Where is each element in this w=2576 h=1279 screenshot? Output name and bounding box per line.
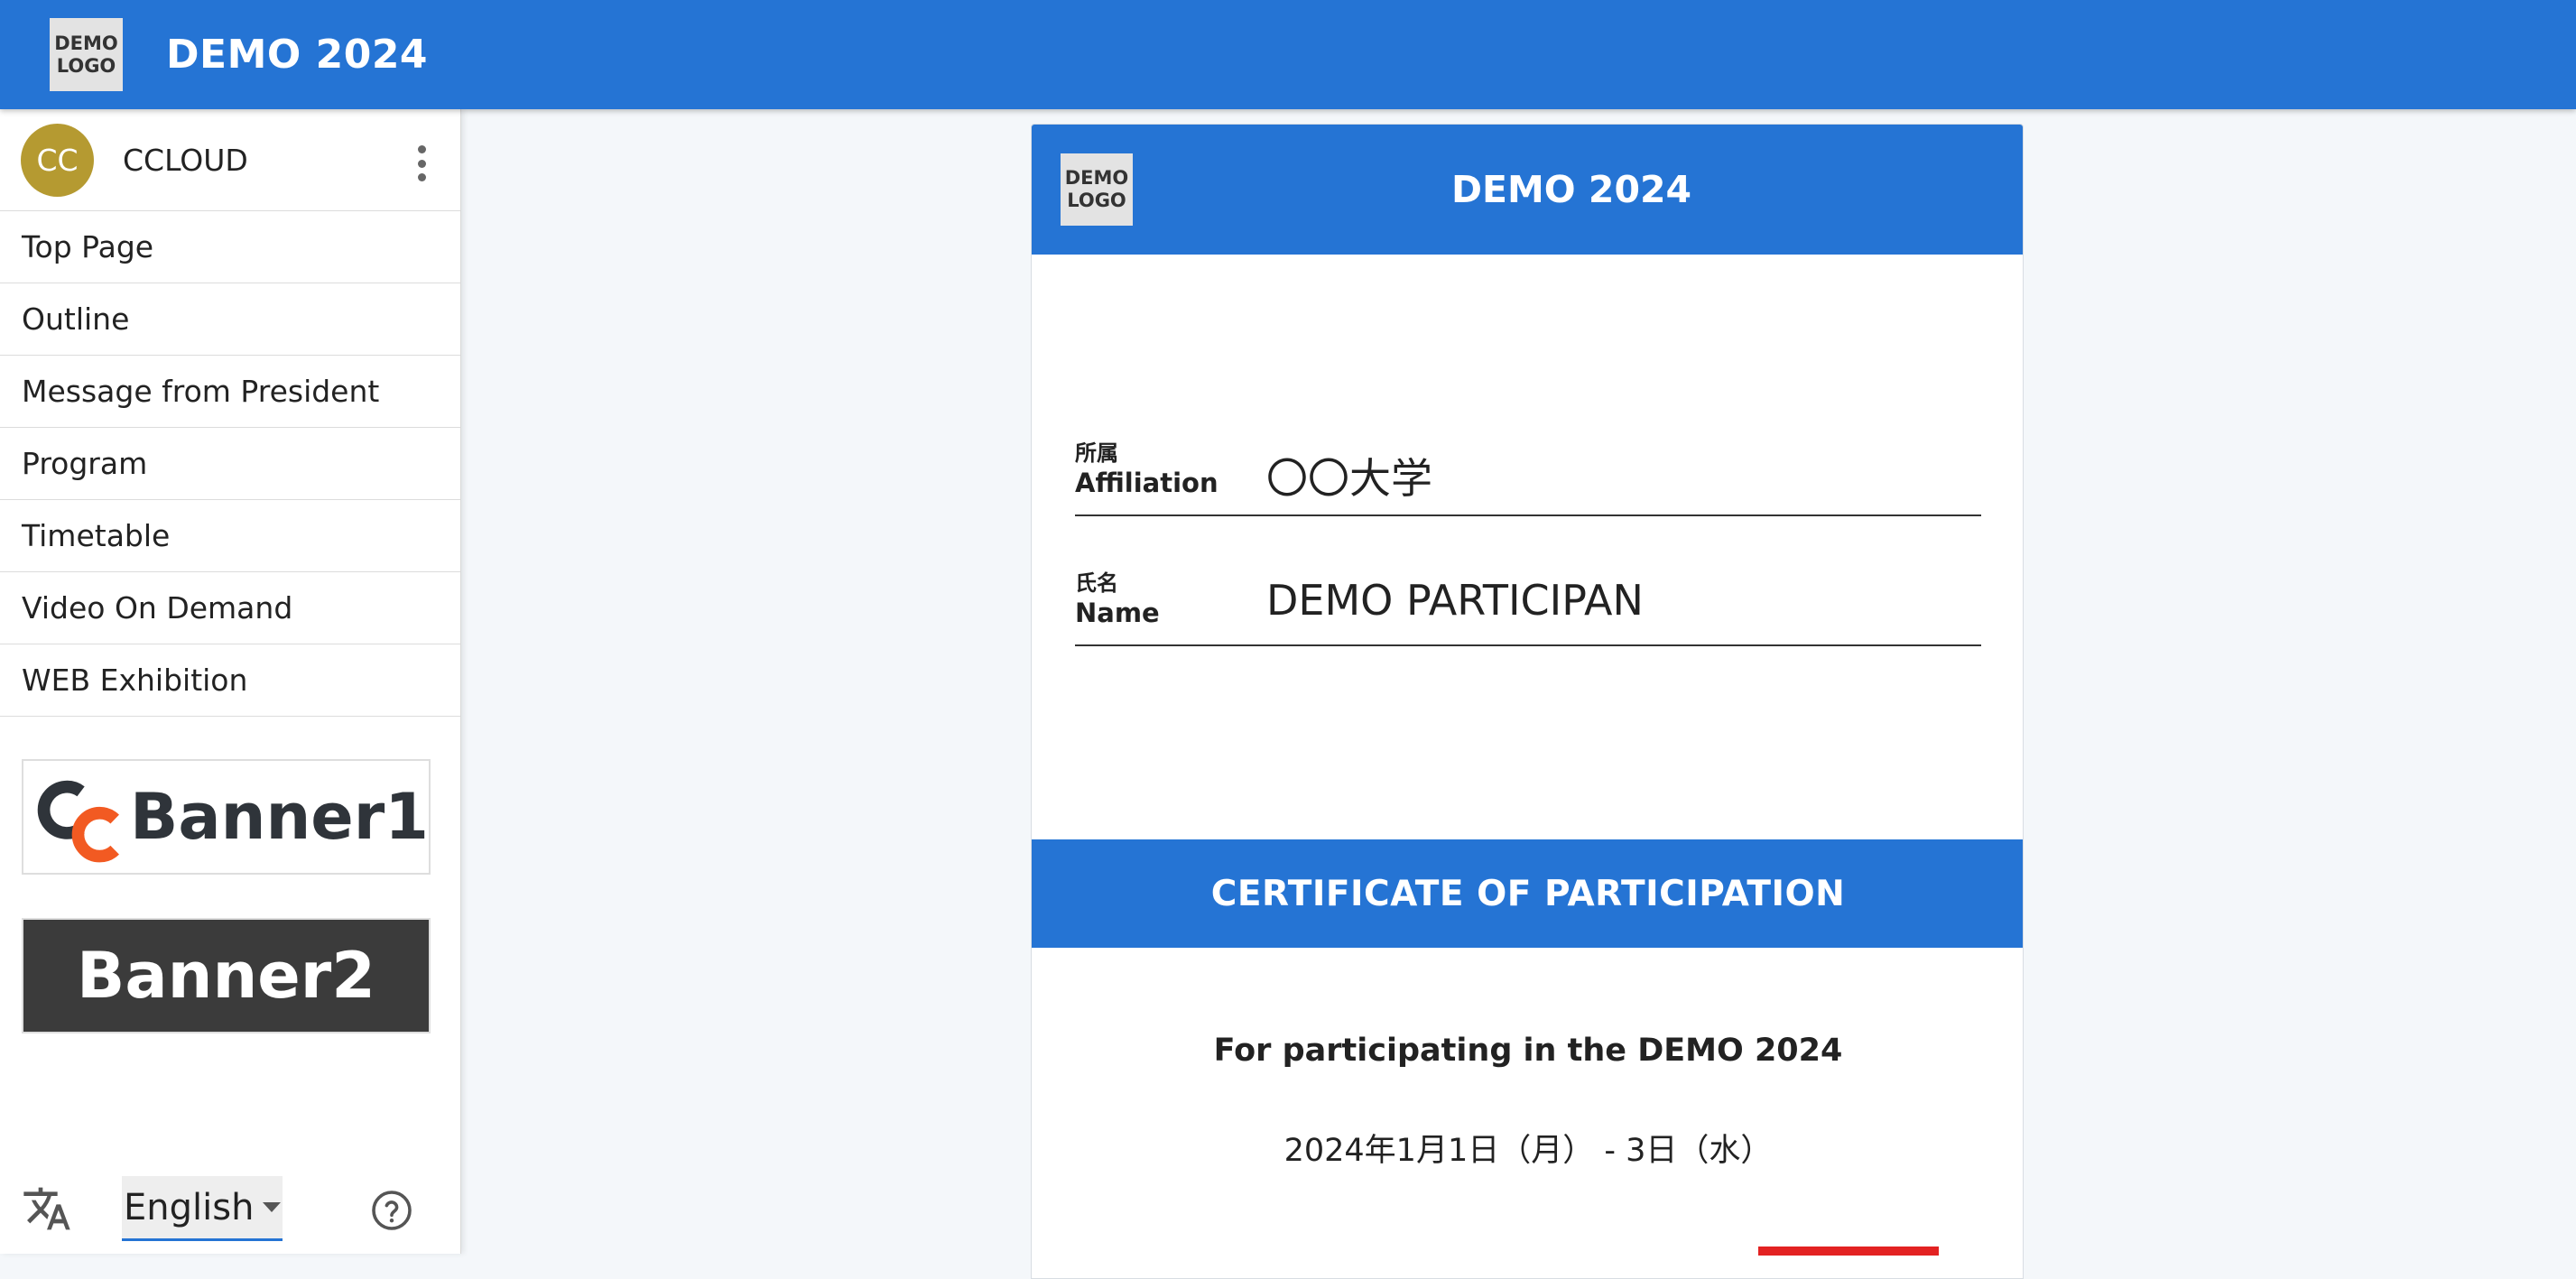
banner-2[interactable]: Banner2 — [22, 918, 431, 1033]
language-select-value: English — [124, 1186, 255, 1228]
banner-2-label: Banner2 — [77, 939, 375, 1013]
sidebar-item-web-exhibition[interactable]: WEB Exhibition — [0, 644, 460, 717]
sidebar-item-message-from-president[interactable]: Message from President — [0, 356, 460, 428]
name-label-en: Name — [1075, 598, 1160, 628]
banner-1-label: Banner1 — [130, 780, 429, 854]
name-label-jp: 氏名 — [1075, 570, 1118, 596]
help-icon[interactable] — [370, 1189, 413, 1232]
sidebar-item-program[interactable]: Program — [0, 428, 460, 500]
affiliation-label-en: Affiliation — [1075, 468, 1219, 498]
sidebar-item-outline[interactable]: Outline — [0, 283, 460, 356]
affiliation-label-jp: 所属 — [1075, 440, 1118, 466]
seal-mark — [1758, 1247, 1939, 1256]
logo-line-1: DEMO — [54, 32, 118, 54]
name-value: DEMO PARTICIPAN — [1266, 576, 1644, 625]
certificate-header: DEMO LOGO DEMO 2024 — [1032, 125, 2023, 255]
app-title: DEMO 2024 — [166, 32, 429, 78]
name-field: 氏名 Name DEMO PARTICIPAN — [1075, 565, 1981, 646]
avatar[interactable]: CC — [21, 123, 94, 197]
certificate-logo-line-1: DEMO — [1064, 167, 1129, 189]
banner-1[interactable]: Banner1 — [22, 759, 431, 875]
user-name: CCLOUD — [123, 142, 248, 178]
certificate-body-text: For participating in the DEMO 2024 — [1213, 1033, 1843, 1069]
sidebar-nav: Top Page Outline Message from President … — [0, 211, 460, 717]
user-row: CC CCLOUD — [0, 109, 460, 211]
translate-icon[interactable] — [22, 1183, 72, 1234]
sidebar-item-top-page[interactable]: Top Page — [0, 211, 460, 283]
more-vert-icon[interactable] — [415, 145, 428, 181]
certificate-heading: CERTIFICATE OF PARTICIPATION — [1032, 839, 2023, 948]
certificate-logo: DEMO LOGO — [1061, 153, 1133, 226]
certificate-logo-line-2: LOGO — [1067, 190, 1126, 211]
caret-down-icon — [263, 1202, 282, 1212]
sidebar: CC CCLOUD Top Page Outline Message from … — [0, 109, 461, 1254]
certificate-title: DEMO 2024 — [1450, 168, 1692, 211]
affiliation-value: 〇〇大学 — [1266, 454, 1432, 503]
sidebar-footer: English — [0, 1163, 461, 1254]
certificate-card: DEMO LOGO DEMO 2024 所属 Affiliation 〇〇大学 … — [1031, 124, 2024, 1279]
language-select[interactable]: English — [122, 1176, 283, 1241]
sidebar-item-video-on-demand[interactable]: Video On Demand — [0, 572, 460, 644]
cc-logo-icon — [37, 780, 119, 863]
demo-logo[interactable]: DEMO LOGO — [50, 18, 123, 91]
logo-line-2: LOGO — [56, 54, 116, 77]
affiliation-field: 所属 Affiliation 〇〇大学 — [1075, 435, 1981, 516]
certificate-date: 2024年1月1日（月） - 3日（水） — [1283, 1133, 1773, 1169]
app-bar: DEMO LOGO DEMO 2024 — [0, 0, 2576, 109]
sidebar-item-timetable[interactable]: Timetable — [0, 500, 460, 572]
